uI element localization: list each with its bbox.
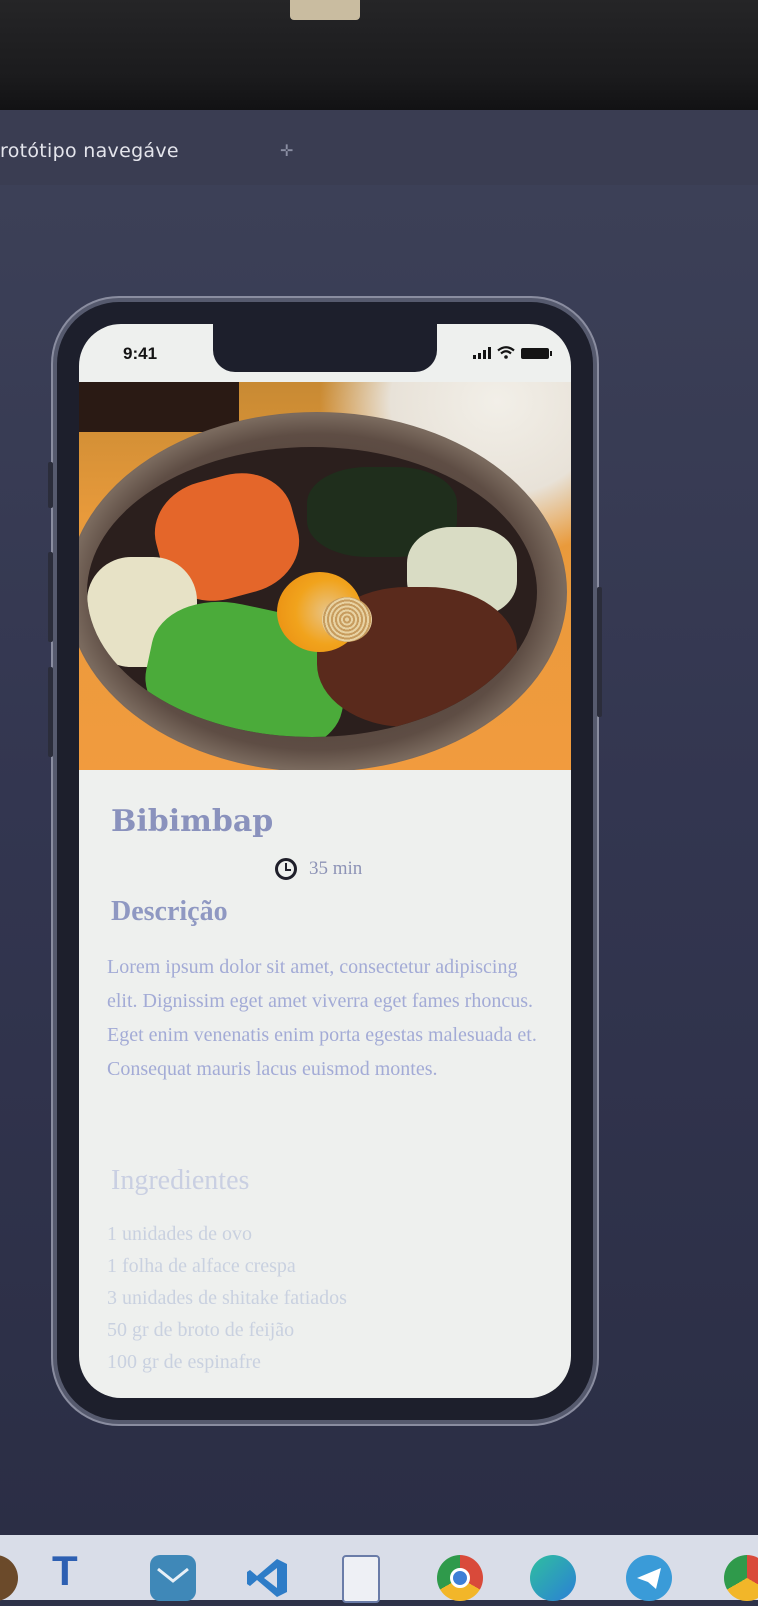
chrome-icon[interactable] bbox=[724, 1555, 758, 1601]
ingredient-item: 1 folha de alface crespa bbox=[107, 1255, 296, 1277]
recipe-title: Bibimbap bbox=[111, 804, 274, 839]
ingredient-item: 1 unidades de ovo bbox=[107, 1223, 252, 1245]
t-letter-icon[interactable]: T bbox=[52, 1547, 102, 1597]
phone-notch bbox=[213, 324, 437, 372]
t-letter-icon-text: T bbox=[52, 1547, 78, 1594]
monitor-bezel bbox=[0, 0, 758, 110]
phone-volume-up bbox=[48, 552, 53, 642]
telegram-icon[interactable] bbox=[626, 1555, 672, 1601]
ingredients-list: 1 unidades de ovo 1 folha de alface cres… bbox=[107, 1218, 347, 1378]
unknown-icon[interactable] bbox=[0, 1555, 18, 1601]
phone-power-button bbox=[597, 587, 602, 717]
ingredient-item: 100 gr de espinafre bbox=[107, 1351, 261, 1373]
prep-time-label: 35 min bbox=[309, 858, 363, 879]
battery-icon bbox=[521, 348, 552, 359]
document-icon[interactable] bbox=[342, 1555, 380, 1603]
cellular-signal-icon bbox=[473, 347, 491, 359]
ingredients-heading: Ingredientes bbox=[111, 1165, 250, 1196]
chrome-icon[interactable] bbox=[437, 1555, 483, 1601]
status-time: 9:41 bbox=[123, 344, 158, 363]
ingredient-item: 50 gr de broto de feijão bbox=[107, 1319, 295, 1341]
status-icons bbox=[473, 346, 552, 359]
phone-volume-down bbox=[48, 667, 53, 757]
description-heading: Descrição bbox=[111, 896, 228, 927]
cursor-crosshair-icon: ✛ bbox=[280, 143, 294, 160]
description-text: Lorem ipsum dolor sit amet, consectetur … bbox=[107, 956, 537, 1080]
bezel-sticker bbox=[290, 0, 360, 20]
prep-time: 35 min bbox=[275, 858, 362, 880]
edge-icon[interactable] bbox=[530, 1555, 576, 1601]
clock-icon bbox=[275, 858, 297, 880]
recipe-hero-image bbox=[79, 382, 571, 770]
mail-icon[interactable] bbox=[150, 1555, 196, 1601]
recipe-content[interactable]: Bibimbap 35 min Descrição Lorem ipsum do… bbox=[79, 770, 571, 1398]
phone-screen[interactable]: 9:41 Bibimbap 35 min Descrição Lorem ips… bbox=[79, 324, 571, 1398]
vscode-icon[interactable] bbox=[245, 1555, 291, 1601]
prototype-title: rotótipo navegáve bbox=[0, 140, 179, 162]
wifi-icon bbox=[497, 346, 515, 359]
phone-frame: 9:41 Bibimbap 35 min Descrição Lorem ips… bbox=[48, 302, 602, 1420]
phone-mute-switch bbox=[48, 462, 53, 508]
ingredient-item: 3 unidades de shitake fatiados bbox=[107, 1287, 347, 1309]
taskbar: T bbox=[0, 1535, 758, 1603]
